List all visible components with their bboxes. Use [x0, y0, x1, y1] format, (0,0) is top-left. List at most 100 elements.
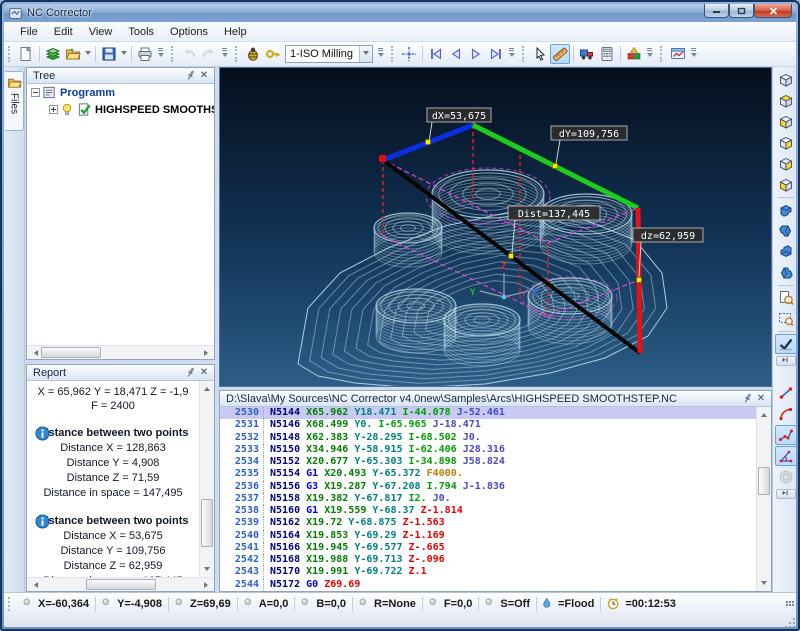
menu-file[interactable]: File [12, 24, 46, 40]
cube-wire-button[interactable] [775, 70, 797, 90]
toolbar-overflow-button[interactable] [507, 44, 516, 64]
scroll-down-arrow[interactable] [757, 578, 771, 591]
menu-options[interactable]: Options [162, 24, 216, 40]
code-line-2533[interactable]: 2533N5150 X34.946 Y-58.915 I-62.406 J28.… [220, 444, 771, 456]
menu-tools[interactable]: Tools [120, 24, 162, 40]
cube-top-button[interactable] [775, 91, 797, 111]
pin-icon[interactable] [183, 69, 197, 82]
report-vscrollbar[interactable] [199, 381, 214, 577]
cube-right-button[interactable] [775, 154, 797, 174]
toolbar-overflow-button[interactable] [689, 44, 698, 64]
color-shapes-button[interactable] [624, 44, 644, 64]
bug-button[interactable] [243, 44, 263, 64]
crosshair-button[interactable] [399, 44, 419, 64]
files-tab[interactable]: Files [5, 71, 24, 131]
solid-view-3-button[interactable] [775, 242, 797, 262]
toolbar-grip[interactable] [8, 46, 13, 62]
editor-vscrollbar[interactable] [756, 407, 771, 591]
cube-left-button[interactable] [775, 175, 797, 195]
cursor-button[interactable] [530, 44, 550, 64]
toolbar-grip[interactable] [391, 46, 396, 62]
bulb-icon[interactable] [60, 102, 75, 117]
tree-hscrollbar[interactable] [27, 345, 214, 359]
code-line-2539[interactable]: 2539N5162 X19.72 Y-68.875 Z-1.563 [220, 517, 771, 529]
toolbar-overflow-button[interactable] [220, 44, 229, 64]
toolbar-overflow-button[interactable] [645, 44, 654, 64]
print-button[interactable] [135, 44, 155, 64]
status-overflow-button[interactable] [786, 601, 794, 606]
toolbar-expand-button[interactable] [776, 489, 796, 499]
dropdown-arrow-icon[interactable] [83, 44, 92, 64]
nav-next-button[interactable] [466, 44, 486, 64]
zoom-window-button[interactable] [775, 309, 797, 329]
key-button[interactable] [263, 44, 283, 64]
code-line-2535[interactable]: 2535N5154 G1 X20.493 Y-65.372 F4000. [220, 468, 771, 480]
apply-check-button[interactable] [775, 334, 797, 354]
nav-last-button[interactable] [486, 44, 506, 64]
code-line-2537[interactable]: 2537N5158 X19.382 Y-67.817 I2. J0. [220, 493, 771, 505]
solid-view-1-button[interactable] [775, 200, 797, 220]
toolbar-grip[interactable] [522, 46, 527, 62]
zoom-page-button[interactable] [775, 288, 797, 308]
toolbar-grip[interactable] [660, 46, 665, 62]
scroll-up-arrow[interactable] [757, 407, 771, 420]
code-line-2542[interactable]: 2542N5168 X19.988 Y-69.713 Z-.096 [220, 554, 771, 566]
measure-line-button[interactable] [775, 383, 797, 403]
collapse-icon[interactable] [31, 88, 40, 97]
code-line-2544[interactable]: 2544N5172 G0 Z69.69 [220, 579, 771, 591]
code-line-2543[interactable]: 2543N5170 X19.991 Y-69.722 Z.1 [220, 566, 771, 578]
scroll-right-arrow[interactable] [200, 578, 214, 591]
code-line-2538[interactable]: 2538N5160 G1 X19.559 Y-68.37 Z-1.814 [220, 505, 771, 517]
code-line-2530[interactable]: 2530N5144 X65.962 Y18.471 I-44.078 J-52.… [220, 407, 771, 419]
new-file-button[interactable] [16, 44, 36, 64]
plot-monitor-button[interactable] [668, 44, 688, 64]
solid-view-4-button[interactable] [775, 263, 797, 283]
code-line-2540[interactable]: 2540N5164 X19.853 Y-69.29 Z-1.169 [220, 530, 771, 542]
cube-front-button[interactable] [775, 112, 797, 132]
code-line-2534[interactable]: 2534N5152 X20.677 Y-65.303 I-34.898 J58.… [220, 456, 771, 468]
editor-body[interactable]: 2530N5144 X65.962 Y18.471 I-44.078 J-52.… [220, 407, 771, 591]
machine-select-combobox[interactable]: 1-ISO Milling [285, 45, 373, 63]
expand-icon[interactable] [49, 105, 58, 114]
measure-arc-button[interactable] [775, 404, 797, 424]
scroll-left-arrow[interactable] [27, 346, 41, 359]
code-line-2536[interactable]: 2536N5156 G3 X19.287 Y-67.208 I.794 J-1.… [220, 481, 771, 493]
close-button[interactable] [754, 4, 792, 18]
save-button[interactable] [99, 44, 119, 64]
minimize-button[interactable] [704, 4, 729, 18]
toolbar-grip[interactable] [235, 46, 240, 62]
tree-node-file[interactable]: HIGHSPEED SMOOTHSTEP.NC [27, 101, 214, 118]
close-icon[interactable]: ✕ [197, 366, 211, 379]
menu-edit[interactable]: Edit [46, 24, 81, 40]
close-icon[interactable]: ✕ [197, 69, 211, 82]
report-hscrollbar[interactable] [27, 577, 214, 591]
measure-angle-button[interactable] [775, 446, 797, 466]
nav-prev-button[interactable] [446, 44, 466, 64]
pin-icon[interactable] [740, 392, 754, 405]
close-icon[interactable]: ✕ [754, 392, 768, 405]
truck-button[interactable] [577, 44, 597, 64]
code-line-2541[interactable]: 2541N5166 X19.945 Y-69.577 Z-.665 [220, 542, 771, 554]
measure-chain-button[interactable] [775, 425, 797, 445]
menu-help[interactable]: Help [216, 24, 255, 40]
toolbar-grip[interactable] [171, 46, 176, 62]
menu-view[interactable]: View [81, 24, 121, 40]
title-bar[interactable]: NC Corrector [4, 4, 796, 22]
calculator-button[interactable] [597, 44, 617, 64]
toolbar-overflow-button[interactable] [156, 44, 165, 64]
pin-icon[interactable] [183, 366, 197, 379]
open-folder-button[interactable] [63, 44, 83, 64]
cube-back-button[interactable] [775, 133, 797, 153]
viewport-3d[interactable]: Z X Y [219, 67, 772, 387]
solid-view-2-button[interactable] [775, 221, 797, 241]
open-layers-button[interactable] [43, 44, 63, 64]
checked-doc-icon[interactable] [77, 102, 92, 117]
ruler-button[interactable] [550, 44, 570, 64]
chevron-down-icon[interactable] [359, 46, 372, 62]
nav-first-button[interactable] [426, 44, 446, 64]
scroll-up-arrow[interactable] [200, 381, 214, 394]
tree-node-programm[interactable]: Programm [27, 84, 214, 101]
scroll-left-arrow[interactable] [27, 578, 41, 591]
scroll-down-arrow[interactable] [200, 564, 214, 577]
dropdown-arrow-icon[interactable] [119, 44, 128, 64]
